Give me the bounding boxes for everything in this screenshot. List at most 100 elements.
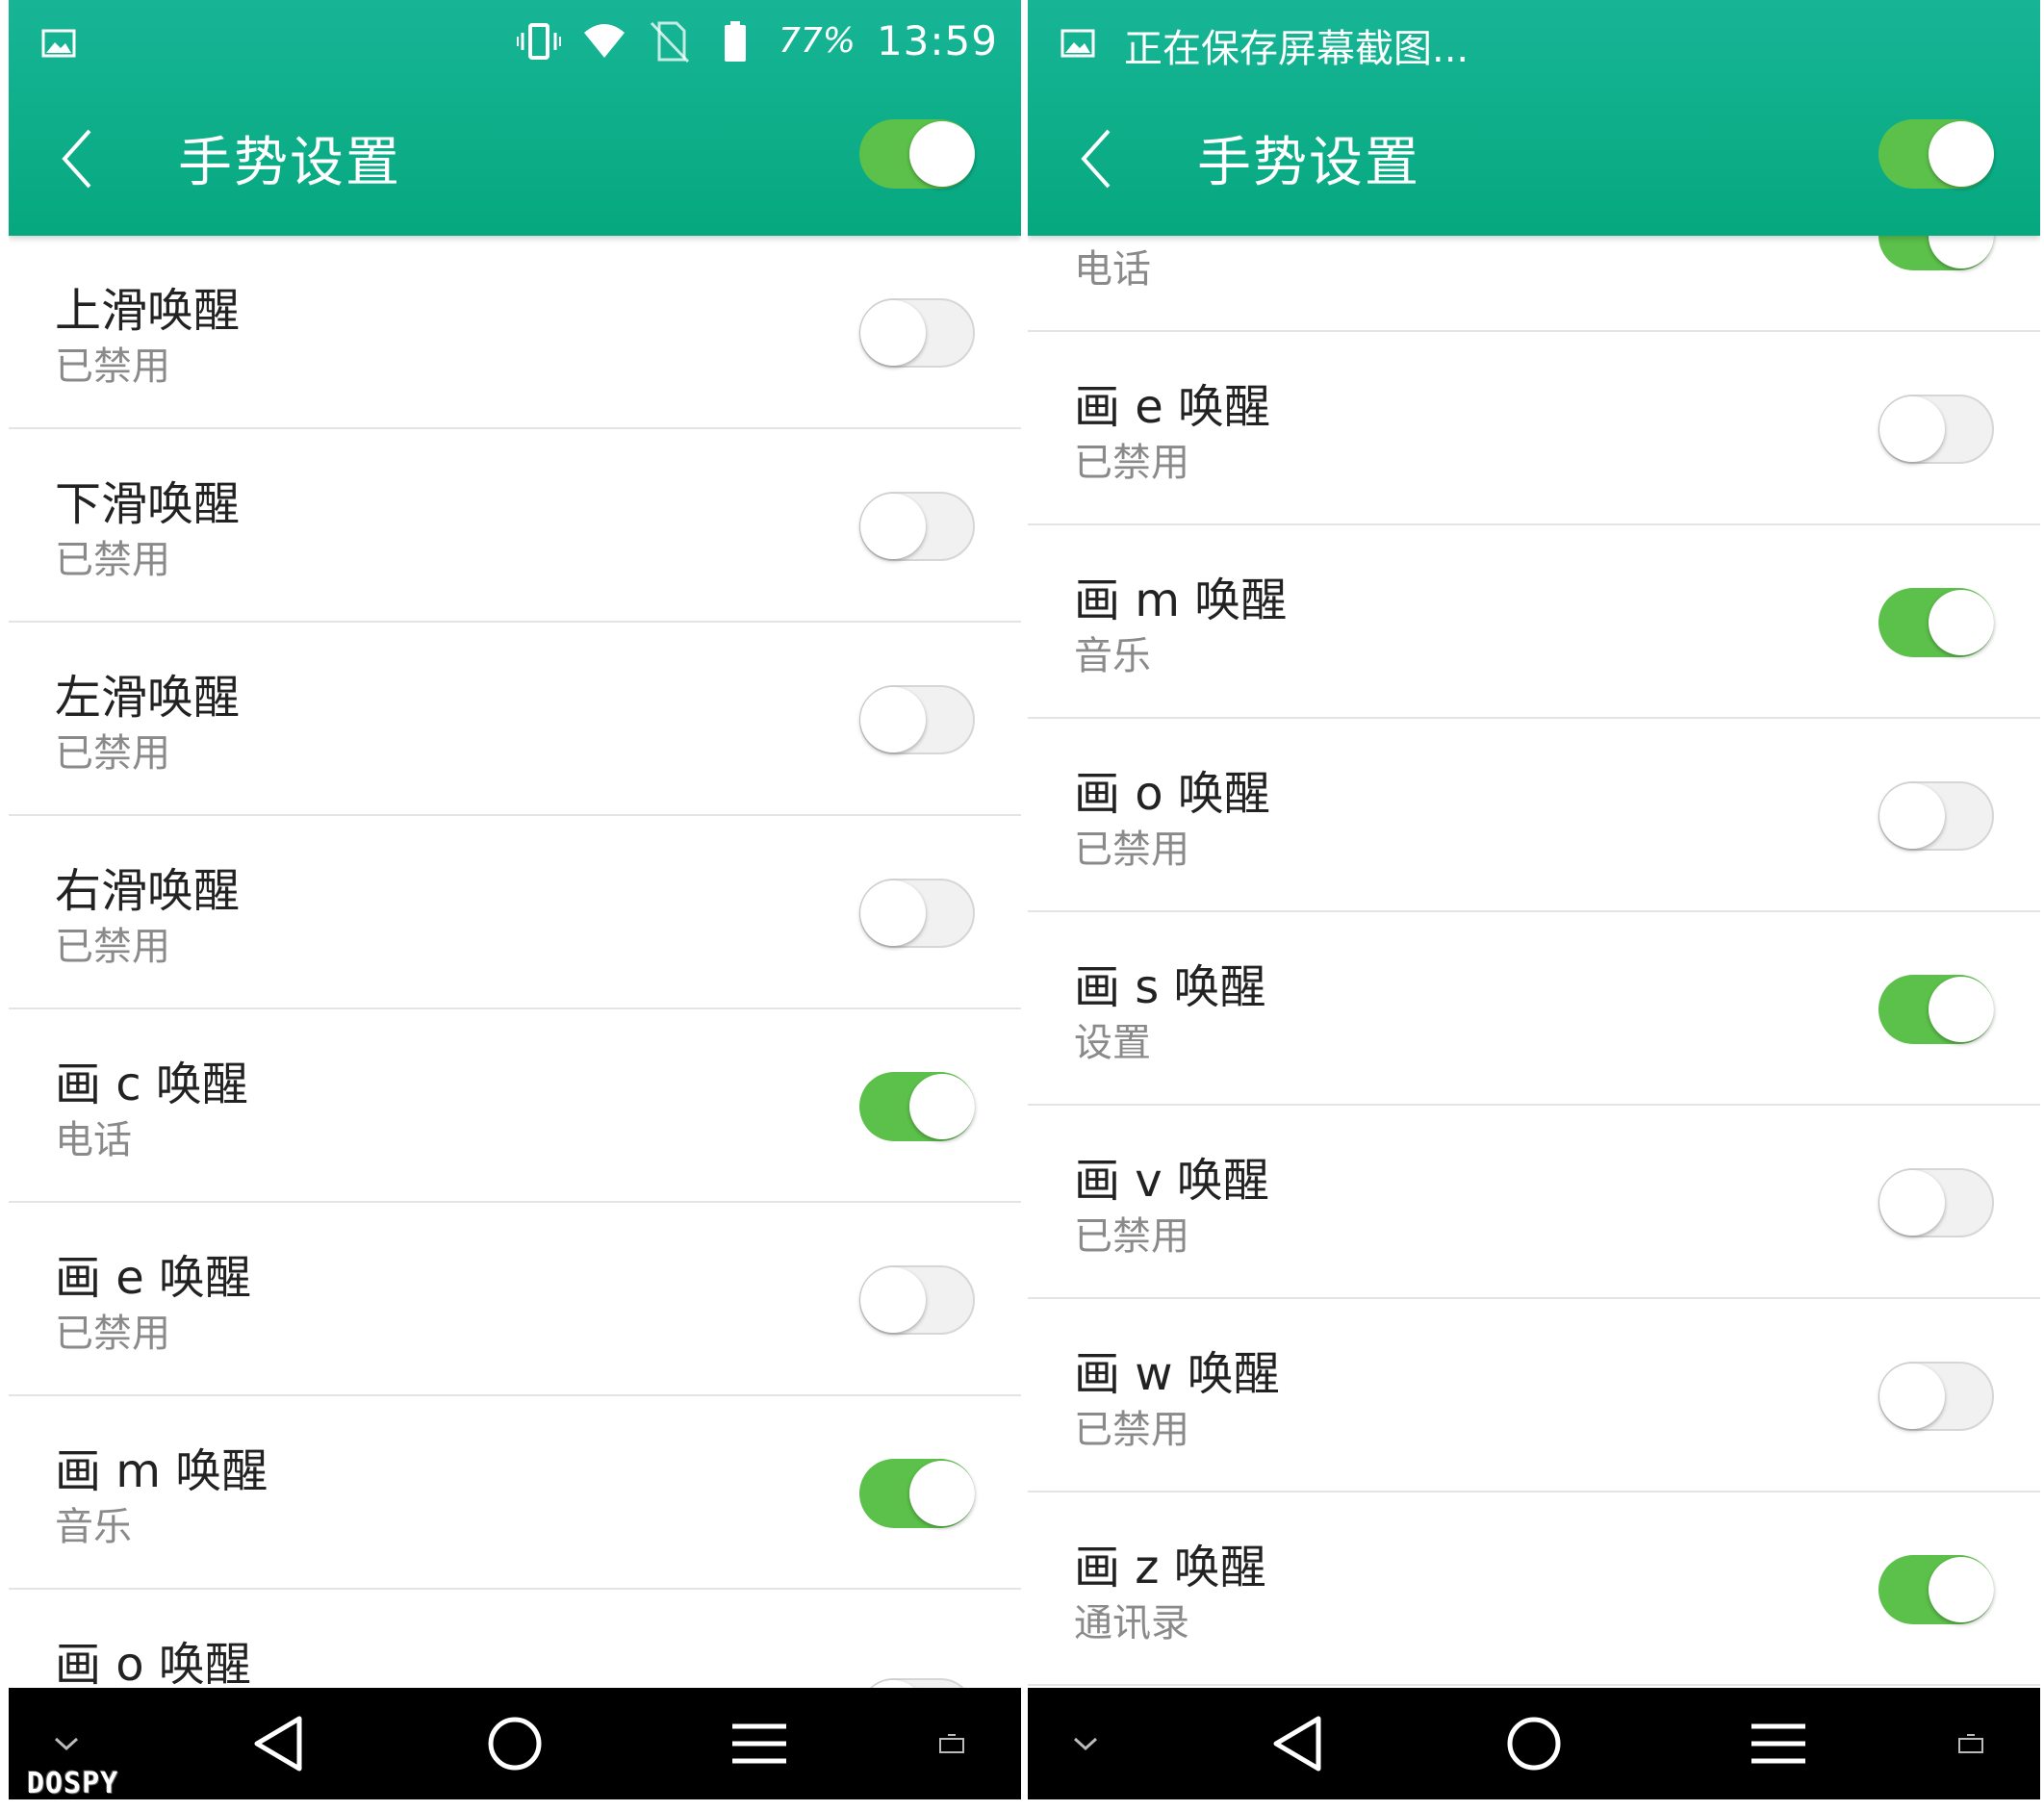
- gesture-row[interactable]: 画 m 唤醒 音乐: [9, 1396, 1021, 1590]
- gesture-row[interactable]: 右滑唤醒 已禁用: [9, 816, 1021, 1009]
- gesture-toggle[interactable]: [859, 298, 975, 368]
- nav-bar: [9, 1688, 1021, 1799]
- gesture-title: 画 w 唤醒: [1074, 1347, 1280, 1401]
- gesture-toggle[interactable]: [859, 1265, 975, 1335]
- home-icon: [1507, 1717, 1561, 1771]
- toggle-knob: [1929, 1557, 1994, 1622]
- battery-icon: [724, 20, 746, 62]
- gesture-toggle[interactable]: [859, 1072, 975, 1141]
- gesture-title: 左滑唤醒: [55, 671, 241, 725]
- gesture-title: 画 m 唤醒: [1074, 574, 1288, 627]
- nav-back-button[interactable]: [220, 1688, 336, 1799]
- image-icon: [1060, 29, 1095, 58]
- app-bar: 77% 13:59 手势设置: [9, 0, 1021, 236]
- watermark: DOSPY: [27, 1767, 119, 1800]
- gesture-subtitle: 已禁用: [1074, 1408, 1189, 1452]
- gesture-title: 画 s 唤醒: [1074, 960, 1266, 1014]
- gesture-subtitle: 已禁用: [55, 925, 170, 969]
- toggle-knob: [909, 1461, 975, 1526]
- nav-screenshot-button[interactable]: [923, 1688, 981, 1799]
- no-sim-icon: [650, 21, 690, 63]
- gesture-subtitle: 已禁用: [55, 344, 170, 389]
- gesture-title: 画 o 唤醒: [55, 1638, 251, 1692]
- gesture-title: 画 m 唤醒: [55, 1444, 268, 1498]
- toggle-knob: [909, 121, 975, 187]
- gesture-title: 画 e 唤醒: [55, 1251, 252, 1305]
- gesture-toggle[interactable]: [859, 685, 975, 754]
- back-icon: [254, 1716, 302, 1772]
- nav-menu-button[interactable]: [1721, 1688, 1836, 1799]
- gesture-toggle[interactable]: [1878, 395, 1994, 464]
- gesture-toggle[interactable]: [1878, 1168, 1994, 1237]
- image-icon: [41, 29, 76, 58]
- gesture-row[interactable]: 左滑唤醒 已禁用: [9, 623, 1021, 816]
- gesture-row[interactable]: 画 v 唤醒 已禁用: [1028, 1106, 2040, 1299]
- status-bar: 正在保存屏幕截图...: [1028, 0, 2040, 92]
- gesture-title: 下滑唤醒: [55, 477, 241, 531]
- menu-icon: [1751, 1723, 1805, 1764]
- gesture-row[interactable]: 上滑唤醒 已禁用: [9, 236, 1021, 429]
- screenshot-icon: [939, 1734, 964, 1753]
- toggle-knob: [860, 494, 926, 559]
- screenshot-notification: 正在保存屏幕截图...: [1124, 27, 1469, 71]
- nav-screenshot-button[interactable]: [1942, 1688, 2000, 1799]
- gesture-row[interactable]: 画 e 唤醒 已禁用: [1028, 332, 2040, 525]
- toggle-knob: [909, 1074, 975, 1139]
- page-title: 手势设置: [178, 132, 401, 194]
- gesture-toggle[interactable]: [1878, 588, 1994, 657]
- gesture-toggle[interactable]: [859, 492, 975, 561]
- home-icon: [488, 1717, 542, 1771]
- gesture-row[interactable]: 画 o 唤醒 已禁用: [1028, 719, 2040, 912]
- gesture-toggle[interactable]: [1878, 1555, 1994, 1624]
- chevron-down-icon: [1073, 1737, 1098, 1751]
- nav-bar: [1028, 1688, 2040, 1799]
- nav-back-button[interactable]: [1239, 1688, 1355, 1799]
- toggle-knob: [1929, 121, 1994, 187]
- back-arrow-icon[interactable]: [1076, 125, 1124, 192]
- toggle-knob: [1879, 1364, 1945, 1429]
- gesture-row[interactable]: 画 w 唤醒 已禁用: [1028, 1299, 2040, 1492]
- screenshot-icon: [1958, 1734, 1983, 1753]
- gesture-title: 画 c 唤醒: [55, 1058, 248, 1111]
- gesture-row[interactable]: 画 c 唤醒 电话: [9, 1009, 1021, 1203]
- gesture-subtitle: 通讯录: [1074, 1601, 1189, 1645]
- clock: 13:59: [876, 17, 998, 64]
- status-bar: 77% 13:59: [9, 0, 1021, 92]
- gesture-row[interactable]: 画 e 唤醒 已禁用: [9, 1203, 1021, 1396]
- gesture-title: 画 v 唤醒: [1074, 1154, 1269, 1208]
- left-screen: 上滑唤醒 已禁用 下滑唤醒 已禁用 左滑唤醒 已禁用 右滑唤醒 已禁用 画 c …: [9, 0, 1021, 1811]
- gesture-row[interactable]: 画 s 唤醒 设置: [1028, 912, 2040, 1106]
- back-arrow-icon[interactable]: [57, 125, 105, 192]
- status-icons: 77% 13:59: [516, 17, 998, 64]
- toggle-knob: [860, 880, 926, 946]
- toggle-knob: [860, 687, 926, 752]
- gesture-subtitle: 电话: [1074, 247, 1151, 292]
- nav-menu-button[interactable]: [702, 1688, 817, 1799]
- gesture-list: 电话 画 e 唤醒 已禁用 画 m 唤醒 音乐 画 o 唤醒 已禁用 画 s 唤…: [1028, 139, 2040, 1686]
- gesture-toggle[interactable]: [1878, 781, 1994, 851]
- gesture-subtitle: 已禁用: [55, 1312, 170, 1356]
- gesture-row[interactable]: 下滑唤醒 已禁用: [9, 429, 1021, 623]
- toggle-knob: [1879, 396, 1945, 462]
- gesture-subtitle: 设置: [1074, 1021, 1151, 1065]
- app-bar: 正在保存屏幕截图... 手势设置: [1028, 0, 2040, 236]
- nav-collapse-button[interactable]: [1057, 1688, 1114, 1799]
- gesture-subtitle: 音乐: [55, 1505, 132, 1549]
- gesture-title: 右滑唤醒: [55, 864, 241, 918]
- gesture-toggle[interactable]: [859, 1459, 975, 1528]
- gesture-toggle[interactable]: [859, 879, 975, 948]
- chevron-down-icon: [54, 1737, 79, 1751]
- gesture-title: 画 e 唤醒: [1074, 380, 1271, 434]
- nav-home-button[interactable]: [457, 1688, 573, 1799]
- gesture-subtitle: 已禁用: [55, 538, 170, 582]
- gesture-subtitle: 已禁用: [1074, 1214, 1189, 1259]
- gesture-toggle[interactable]: [1878, 1362, 1994, 1431]
- gesture-subtitle: 已禁用: [1074, 828, 1189, 872]
- gesture-row[interactable]: 画 m 唤醒 音乐: [1028, 525, 2040, 719]
- master-gesture-toggle[interactable]: [859, 119, 975, 189]
- master-gesture-toggle[interactable]: [1878, 119, 1994, 189]
- battery-percent: 77%: [778, 21, 856, 61]
- nav-home-button[interactable]: [1476, 1688, 1592, 1799]
- gesture-row[interactable]: 画 z 唤醒 通讯录: [1028, 1492, 2040, 1686]
- gesture-toggle[interactable]: [1878, 975, 1994, 1044]
